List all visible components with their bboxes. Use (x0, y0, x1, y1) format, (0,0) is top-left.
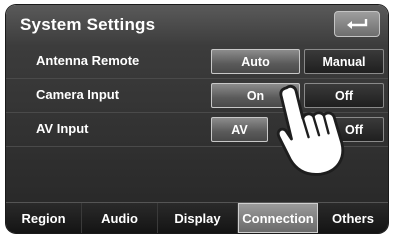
setting-label: Camera Input (36, 87, 120, 102)
return-arrow-icon (347, 19, 368, 29)
pointing-hand-icon (276, 84, 345, 176)
tab-audio[interactable]: Audio (82, 203, 158, 233)
setting-label: AV Input (36, 121, 89, 136)
tab-connection[interactable]: Connection (238, 203, 318, 233)
tab-display[interactable]: Display (158, 203, 238, 233)
setting-row-antenna-remote: Antenna Remote Auto Manual (6, 45, 388, 79)
tab-region[interactable]: Region (6, 203, 82, 233)
page-title: System Settings (20, 15, 156, 34)
back-button[interactable] (334, 11, 380, 37)
antenna-remote-auto-button[interactable]: Auto (211, 49, 300, 74)
antenna-remote-manual-button[interactable]: Manual (304, 49, 384, 74)
setting-label: Antenna Remote (36, 53, 140, 68)
av-input-av-button[interactable]: AV (211, 117, 268, 142)
tab-others[interactable]: Others (318, 203, 388, 233)
tab-bar: Region Audio Display Connection Others (6, 202, 388, 233)
